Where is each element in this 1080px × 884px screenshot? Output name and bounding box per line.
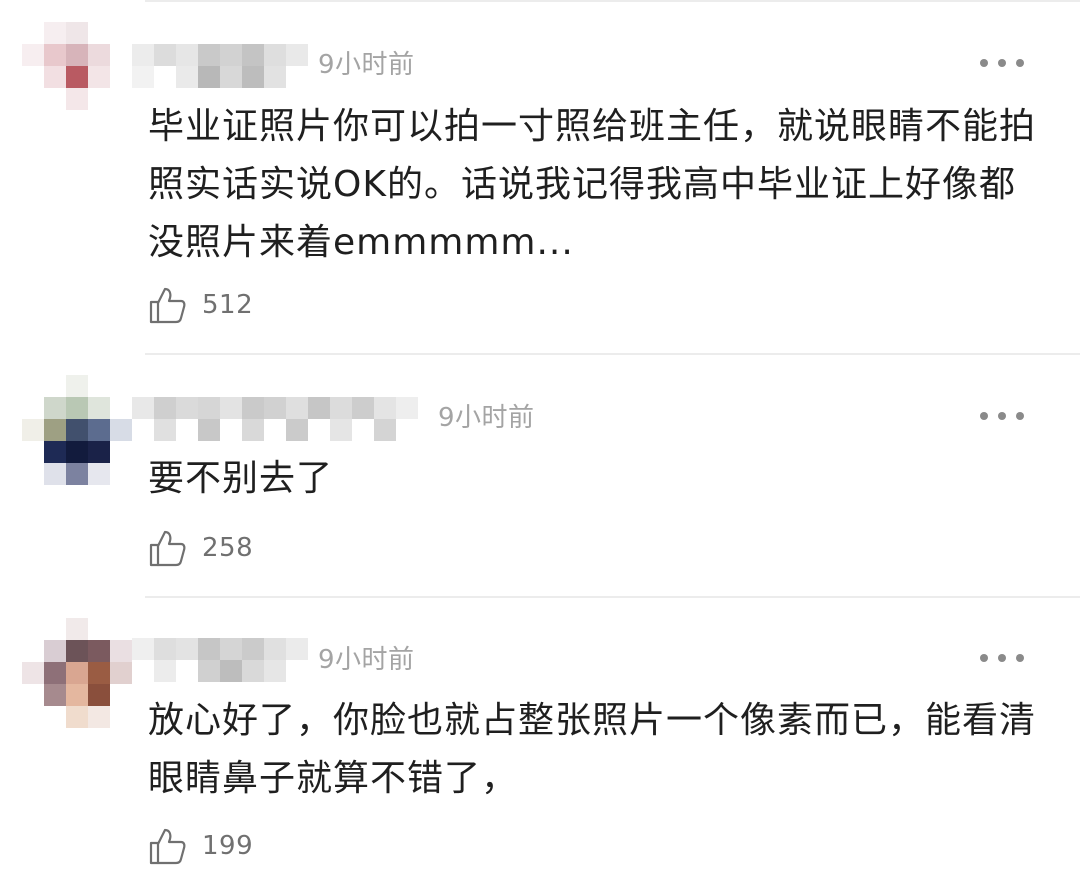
like-count: 258 (202, 533, 254, 563)
like-button[interactable]: 512 (148, 283, 253, 327)
avatar[interactable] (22, 618, 132, 728)
thumbs-up-icon (149, 828, 186, 865)
thumbs-up-icon (149, 287, 186, 324)
like-button[interactable]: 258 (148, 526, 253, 570)
comment-text: 毕业证照片你可以拍一寸照给班主任，就说眼睛不能拍照实话实说OK的。话说我记得我高… (148, 106, 1037, 263)
comment-divider (145, 596, 1080, 598)
more-options-button[interactable] (980, 646, 1024, 670)
username[interactable] (132, 44, 308, 90)
thumbs-up-icon (149, 530, 186, 567)
comment-text: 放心好了，你脸也就占整张照片一个像素而已，能看清眼睛鼻子就算不错了， (148, 700, 1037, 799)
username[interactable] (132, 397, 418, 443)
username[interactable] (132, 638, 308, 684)
more-options-button[interactable] (980, 404, 1024, 428)
comment-divider (145, 353, 1080, 355)
more-options-button[interactable] (980, 51, 1024, 75)
avatar[interactable] (22, 22, 132, 132)
like-count: 199 (202, 831, 254, 861)
comment-time: 9小时前 (318, 50, 415, 80)
top-divider (145, 0, 1080, 2)
comment-text: 要不别去了 (148, 458, 334, 499)
comment-time: 9小时前 (438, 403, 535, 433)
like-button[interactable]: 199 (148, 824, 253, 868)
like-count: 512 (202, 290, 254, 320)
comment-time: 9小时前 (318, 645, 415, 675)
avatar[interactable] (22, 375, 132, 485)
